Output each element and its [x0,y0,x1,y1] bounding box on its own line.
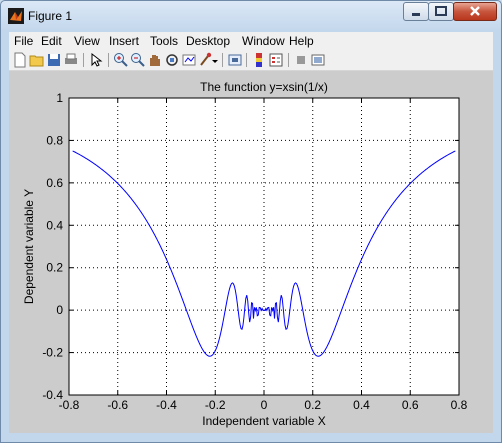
toolbar-separator [108,53,109,67]
title-bar[interactable]: Figure 1 [1,1,501,31]
zoom-in-icon[interactable] [113,52,129,68]
x-axis-label: Independent variable X [202,414,325,428]
menu-file[interactable]: File [14,34,33,48]
menu-desktop[interactable]: Desktop [186,34,230,48]
x-tick-label: 0 [261,398,268,412]
y-axis-label: Dependent variable Y [22,189,36,304]
figure-canvas: -0.8 -0.6 -0.4 -0.2 0 0.2 0.4 0.6 0.8 -0.4 -0.2 0 0.… [9,71,493,433]
save-icon[interactable] [46,52,62,68]
hide-plot-tools-icon[interactable] [293,52,309,68]
menu-tools[interactable]: Tools [150,34,178,48]
x-tick-label: 0.8 [451,398,468,412]
rotate-3d-icon[interactable] [164,52,180,68]
x-tick-label: 0.6 [402,398,419,412]
x-tick-label: -0.2 [205,398,226,412]
toolbar-separator [246,53,247,67]
print-icon[interactable] [63,52,79,68]
toolbar-separator [288,53,289,67]
plot-svg: -0.8 -0.6 -0.4 -0.2 0 0.2 0.4 0.6 0.8-0.4-0.200.… [22,80,468,428]
x-tick-label: 0.2 [304,398,321,412]
y-tick-label: 1 [56,91,63,105]
x-tick-label: -0.6 [107,398,128,412]
y-tick-label: -0.4 [42,388,63,402]
toolbar-separator [83,53,84,67]
new-figure-icon[interactable] [12,52,28,68]
insert-colorbar-icon[interactable] [251,52,267,68]
maximize-icon [435,6,447,16]
link-plot-icon[interactable] [227,52,243,68]
menu-help[interactable]: Help [289,34,314,48]
matlab-logo-icon [8,8,24,24]
minimize-icon [412,13,420,16]
menu-window[interactable]: Window [242,34,285,48]
menu-bar: File Edit View Insert Tools Desktop Wind… [9,32,493,50]
window-title: Figure 1 [28,9,73,23]
figure-toolbar [9,50,493,71]
y-tick-label: 0.2 [46,261,63,275]
figure-window: Figure 1 File Edit View Insert Tools Des… [0,0,502,443]
close-icon [470,6,480,16]
chart-title: The function y=xsin(1/x) [200,80,328,94]
open-file-icon[interactable] [29,52,45,68]
menu-edit[interactable]: Edit [41,34,62,48]
minimize-button[interactable] [403,2,429,21]
data-cursor-icon[interactable] [181,52,197,68]
menu-view[interactable]: View [74,34,100,48]
pointer-icon[interactable] [88,52,104,68]
insert-legend-icon[interactable] [268,52,284,68]
pan-icon[interactable] [147,52,163,68]
chevron-down-icon[interactable] [211,52,219,68]
show-plot-tools-icon[interactable] [310,52,326,68]
zoom-out-icon[interactable] [130,52,146,68]
y-tick-label: 0.8 [46,133,63,147]
y-tick-label: 0.4 [46,218,63,232]
toolbar-separator [222,53,223,67]
y-tick-label: 0 [56,303,63,317]
maximize-button[interactable] [428,2,454,21]
x-tick-label: 0.4 [353,398,370,412]
menu-insert[interactable]: Insert [109,34,139,48]
close-button[interactable] [453,2,497,21]
x-tick-label: -0.4 [156,398,177,412]
y-tick-label: 0.6 [46,176,63,190]
y-tick-label: -0.2 [42,346,63,360]
